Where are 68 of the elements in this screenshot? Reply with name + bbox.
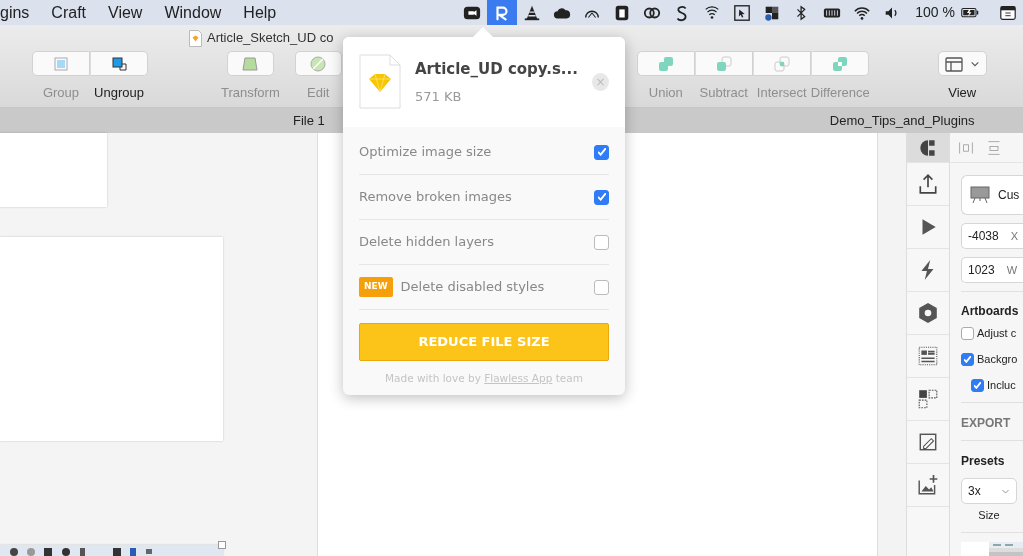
battery-percentage: 100 % <box>915 3 955 22</box>
section-title: Presets <box>961 453 1006 470</box>
selection-handle[interactable] <box>218 541 226 549</box>
dashed-squares-icon[interactable] <box>917 388 939 410</box>
option-label: Backgro <box>977 351 1018 367</box>
option-label: Optimize image size <box>359 143 492 162</box>
scale-select[interactable]: 3x <box>961 478 1017 504</box>
checkmark-icon <box>597 193 606 201</box>
option-label: Remove broken images <box>359 188 512 207</box>
field-value: -4038 <box>968 228 999 245</box>
sketch-document-icon <box>189 29 202 47</box>
menu-item[interactable]: Help <box>243 0 277 25</box>
image-add-icon[interactable] <box>917 474 939 496</box>
cursor-icon[interactable] <box>733 3 752 22</box>
menu-item[interactable]: gins <box>0 0 30 25</box>
document-tab[interactable]: Demo_Tips_and_Plugins <box>829 110 975 131</box>
toolbar-label: Union <box>647 84 684 102</box>
file-name: Article_UD copy.s... <box>415 59 578 80</box>
checkbox[interactable] <box>594 144 609 160</box>
checkbox[interactable] <box>971 378 984 392</box>
toolbar-label: Intersect <box>755 84 808 102</box>
toolbar-label: Subtract <box>698 84 749 102</box>
toolbar-label: Edit <box>307 84 330 102</box>
checkmark-icon <box>964 355 971 363</box>
easel-icon <box>970 185 990 205</box>
menu-item[interactable]: Craft <box>51 0 87 25</box>
width-field[interactable]: 1023 W <box>961 257 1023 283</box>
toolbar-label: Group <box>41 84 81 102</box>
preset-name: Cus <box>998 187 1020 204</box>
option-label: Adjust c <box>977 325 1017 341</box>
share-icon[interactable] <box>917 173 939 195</box>
toolbar-label: Difference <box>810 84 869 102</box>
checkbox[interactable] <box>594 279 609 295</box>
circle-icon <box>308 53 329 74</box>
field-value: 1023 <box>968 262 995 279</box>
hexagon-icon[interactable] <box>917 302 939 324</box>
section-title: EXPORT <box>961 415 1012 432</box>
axis-label: W <box>1006 262 1018 278</box>
layout-list-icon[interactable] <box>917 345 939 367</box>
option-label: Delete hidden layers <box>359 233 494 252</box>
file-size: 571 KB <box>415 87 463 106</box>
section-title: Artboards <box>961 303 1020 320</box>
document-tab[interactable]: File 1 <box>293 110 325 131</box>
toolbar-label: View <box>948 84 977 102</box>
window-title: Article_Sketch_UD co <box>207 29 334 48</box>
menu-item[interactable]: Window <box>164 0 222 25</box>
checkmark-icon <box>974 381 981 389</box>
control-center-icon[interactable] <box>999 3 1017 22</box>
sketch-file-icon <box>359 54 401 110</box>
menu-item[interactable]: View <box>108 0 143 25</box>
intersect-icon <box>771 53 792 74</box>
preset-card[interactable]: Cus <box>961 175 1023 215</box>
toolbar-label: Ungroup <box>93 84 145 102</box>
new-badge: NEW <box>359 277 393 297</box>
toolbar-label: Transform <box>221 84 280 102</box>
ungroup-button[interactable] <box>90 51 148 76</box>
position-field[interactable]: -4038 X <box>961 223 1023 249</box>
option-label: Incluc <box>987 377 1016 393</box>
checkbox[interactable] <box>961 352 974 366</box>
option-label: Delete disabled styles <box>400 278 545 297</box>
size-label: Size <box>977 508 1001 523</box>
axis-label: X <box>1010 228 1019 244</box>
checkbox[interactable] <box>961 326 974 340</box>
checkbox[interactable] <box>594 234 609 250</box>
pencil-frame-icon[interactable] <box>917 431 939 453</box>
view-button[interactable] <box>937 51 987 76</box>
checkmark-icon <box>597 148 606 156</box>
checkbox[interactable] <box>594 189 609 205</box>
